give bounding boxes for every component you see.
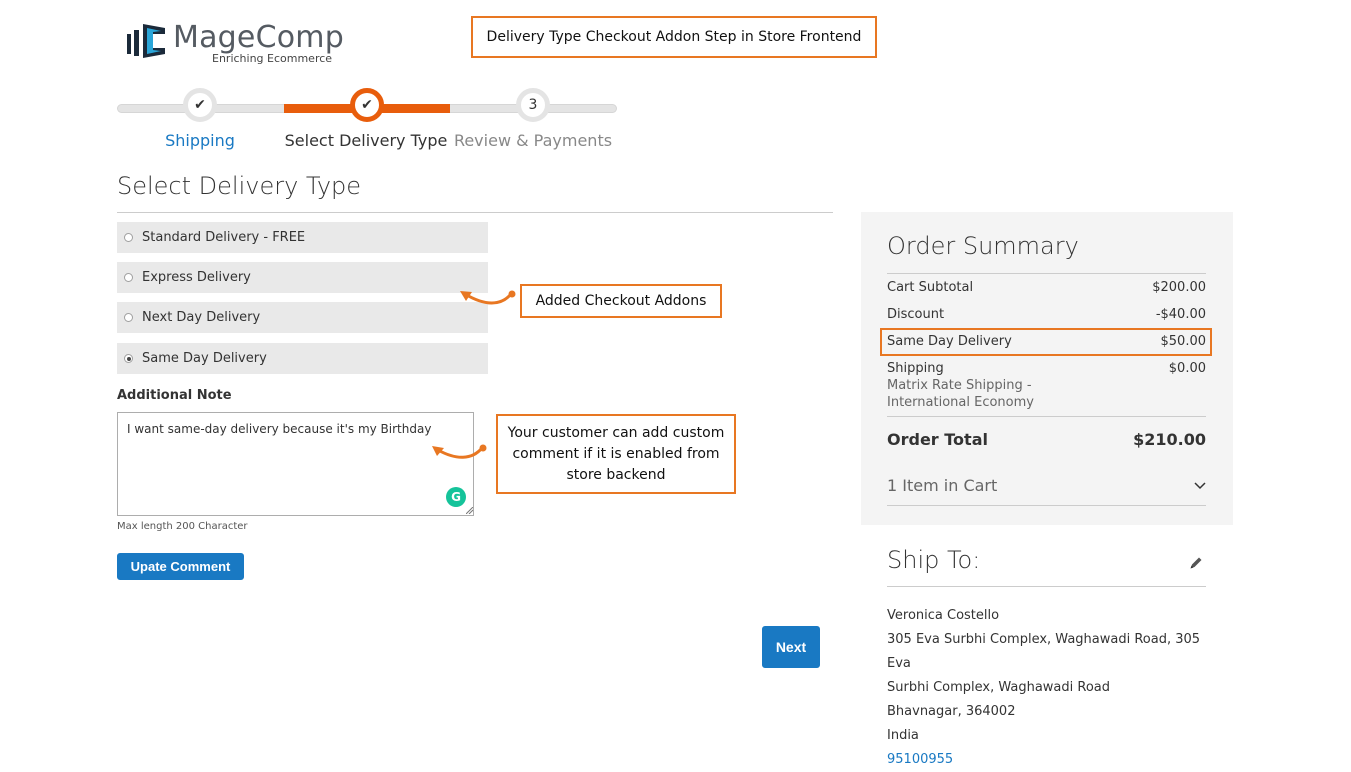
radio-button[interactable] [124,273,133,282]
summary-row-value: -$40.00 [1155,307,1206,322]
address-city: Bhavnagar, 364002 [887,704,1016,719]
title-callout: Delivery Type Checkout Addon Step in Sto… [471,16,877,58]
page-title: Select Delivery Type [117,172,362,200]
address-phone-link[interactable]: 95100955 [887,748,1207,772]
callout-checkout-addons: Added Checkout Addons [520,284,722,318]
checkmark-icon: ✔ [361,97,373,113]
step-label-delivery-type: Select Delivery Type [284,131,448,150]
address-line: Surbhi Complex, Waghawadi Road [887,680,1111,695]
summary-row-same-day-delivery: Same Day Delivery $50.00 [887,334,1206,349]
resize-handle-icon[interactable] [466,507,473,514]
step-number: 3 [528,97,538,113]
delivery-option-label: Next Day Delivery [142,310,261,325]
callout-arrow-icon [460,290,516,305]
radio-button-selected[interactable] [124,354,133,363]
ship-to-title: Ship To: [887,546,981,574]
magecomp-logo-icon [127,24,165,58]
delivery-option-express[interactable]: Express Delivery [117,262,488,293]
summary-row-label: Discount [887,307,945,322]
radio-button[interactable] [124,313,133,322]
step-shipping-marker[interactable]: ✔ [183,88,217,122]
checkmark-icon: ✔ [194,97,206,113]
divider [887,586,1206,587]
summary-row-value: $200.00 [1152,280,1206,295]
divider [117,212,833,213]
shipping-address: Veronica Costello 305 Eva Surbhi Complex… [887,604,1207,772]
max-length-hint: Max length 200 Character [117,521,248,532]
summary-row-value: $50.00 [1160,334,1207,349]
items-in-cart-toggle[interactable]: 1 Item in Cart [887,476,1206,495]
summary-row-label: Shipping [887,361,944,376]
radio-button[interactable] [124,233,133,242]
next-button[interactable]: Next [762,626,820,668]
grammarly-icon[interactable]: G [446,487,466,507]
delivery-option-label: Express Delivery [142,270,251,285]
step-label-shipping[interactable]: Shipping [150,131,250,150]
summary-row-discount: Discount -$40.00 [887,307,1206,322]
order-total-label: Order Total [887,430,988,449]
summary-row-label: Same Day Delivery [887,334,1012,349]
summary-row-label: Cart Subtotal [887,280,974,295]
logo-wordmark: MageComp [173,20,344,55]
delivery-option-label: Same Day Delivery [142,351,267,366]
callout-custom-comment: Your customer can add custom comment if … [496,414,736,494]
additional-note-label: Additional Note [117,388,232,403]
step-review-marker: 3 [516,88,550,122]
summary-row-value: $0.00 [1168,361,1206,376]
logo-tagline: Enriching Ecommerce [212,52,333,65]
chevron-down-icon [1194,481,1206,489]
delivery-option-label: Standard Delivery - FREE [142,230,306,245]
delivery-option-standard[interactable]: Standard Delivery - FREE [117,222,488,253]
shipping-method-description: Matrix Rate Shipping - International Eco… [887,378,1034,410]
callout-arrow-icon [432,444,487,459]
additional-note-textarea[interactable]: I want same-day delivery because it's my… [117,412,474,516]
divider [887,273,1206,274]
items-in-cart-label: 1 Item in Cart [887,476,998,495]
address-name: Veronica Costello [887,608,1000,623]
update-comment-button[interactable]: Upate Comment [117,553,244,580]
order-total-value: $210.00 [1133,430,1206,449]
magecomp-logo: MageComp Enriching Ecommerce [125,18,344,68]
pencil-icon[interactable] [1188,555,1204,571]
order-summary-title: Order Summary [887,232,1079,260]
delivery-option-same-day[interactable]: Same Day Delivery [117,343,488,374]
address-line: 305 Eva Surbhi Complex, Waghawadi Road, … [887,632,1201,671]
divider [887,505,1206,506]
order-total-row: Order Total $210.00 [887,430,1206,449]
delivery-option-next-day[interactable]: Next Day Delivery [117,302,488,333]
summary-row-shipping: Shipping $0.00 [887,361,1206,376]
step-delivery-type-marker: ✔ [350,88,384,122]
divider [887,416,1206,417]
step-label-review-payments: Review & Payments [453,131,613,150]
address-country: India [887,728,919,743]
summary-row-subtotal: Cart Subtotal $200.00 [887,280,1206,295]
